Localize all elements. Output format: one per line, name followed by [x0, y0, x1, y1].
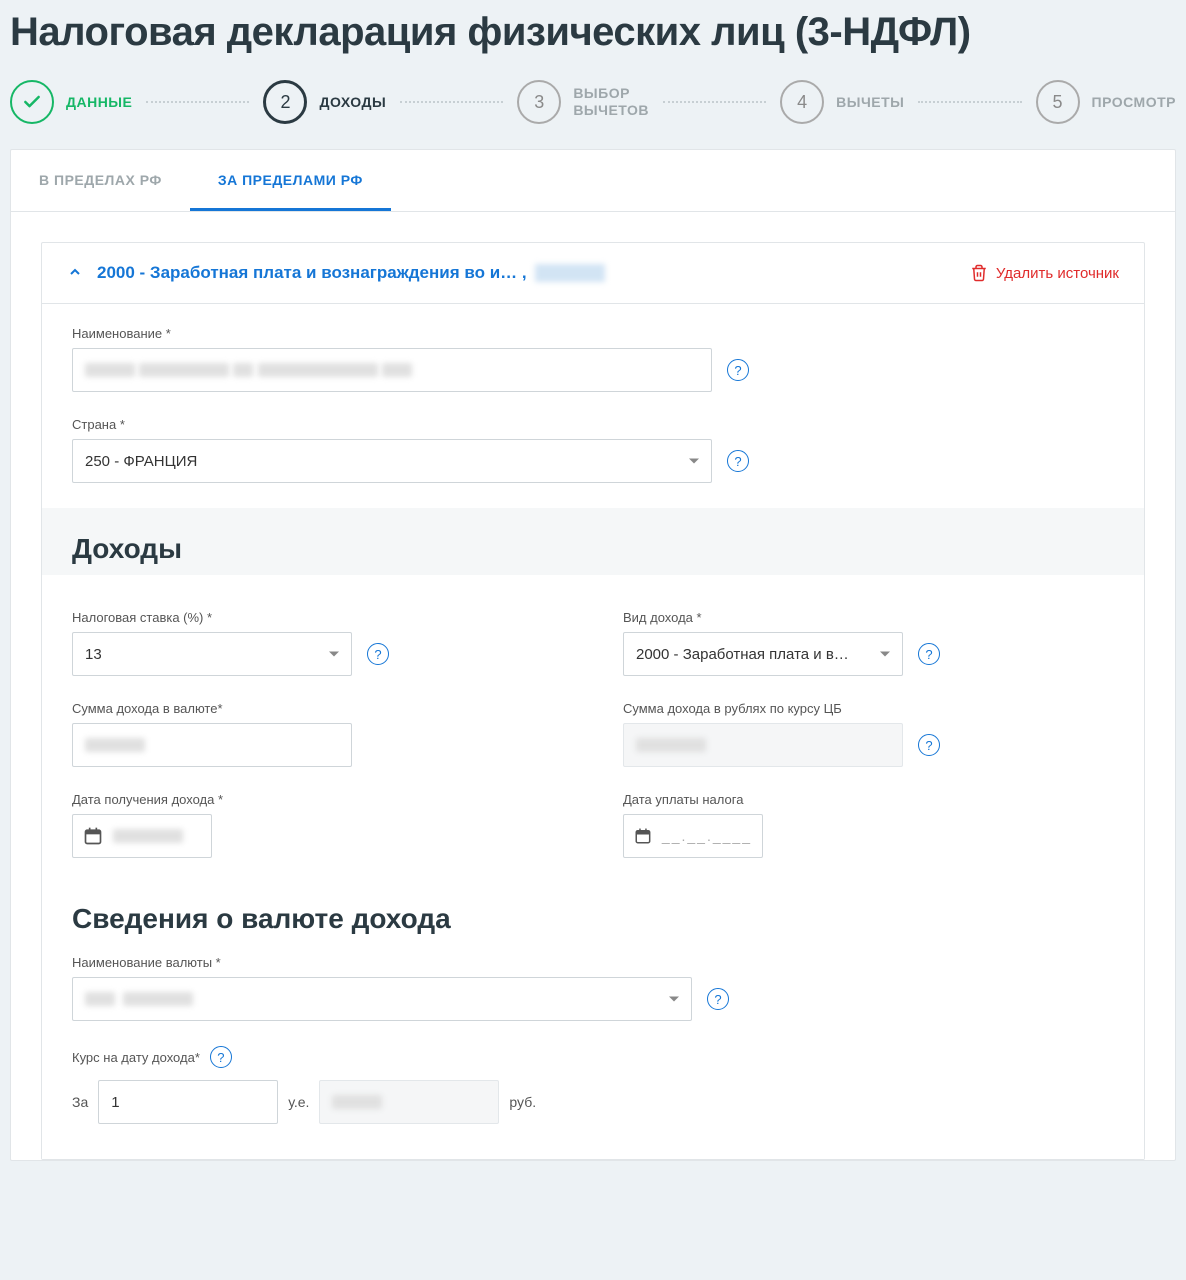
step-data[interactable]: ДАННЫЕ: [10, 80, 132, 124]
date-placeholder: __.__.____: [662, 828, 752, 844]
currency-name-label: Наименование валюты *: [72, 955, 1114, 970]
income-type-select[interactable]: 2000 - Заработная плата и в…: [623, 632, 903, 676]
sum-currency-label: Сумма дохода в валюте*: [72, 701, 563, 716]
page-title: Налоговая декларация физических лиц (3-Н…: [10, 10, 1176, 55]
rate-on-date-label: Курс на дату дохода*: [72, 1050, 200, 1065]
date-paid-input[interactable]: __.__.____: [623, 814, 763, 858]
tax-rate-select[interactable]: 13: [72, 632, 352, 676]
country-label: Страна *: [72, 417, 1114, 432]
currency-section-title: Сведения о валюте дохода: [72, 903, 1114, 935]
delete-label: Удалить источник: [996, 265, 1119, 282]
rate-rub-input: [319, 1080, 499, 1124]
redacted-text: [535, 264, 605, 282]
step-number: 5: [1036, 80, 1080, 124]
tax-rate-label: Налоговая ставка (%) *: [72, 610, 563, 625]
step-divider: [400, 101, 503, 103]
source-title[interactable]: 2000 - Заработная плата и вознаграждения…: [97, 263, 970, 283]
help-icon[interactable]: ?: [210, 1046, 232, 1068]
za-label: За: [72, 1094, 88, 1110]
step-divider: [663, 101, 766, 103]
step-label: ВЫБОР ВЫЧЕТОВ: [573, 85, 649, 119]
rate-units-input[interactable]: 1: [98, 1080, 278, 1124]
date-received-input[interactable]: [72, 814, 212, 858]
trash-icon: [970, 264, 988, 282]
step-number: 2: [263, 80, 307, 124]
sum-rub-label: Сумма дохода в рублях по курсу ЦБ: [623, 701, 1114, 716]
step-label: ДОХОДЫ: [319, 94, 386, 111]
name-input[interactable]: [72, 348, 712, 392]
step-deduction-select[interactable]: 3 ВЫБОР ВЫЧЕТОВ: [517, 80, 649, 124]
step-number: 4: [780, 80, 824, 124]
step-label: ВЫЧЕТЫ: [836, 94, 904, 111]
tax-rate-value: 13: [85, 646, 102, 663]
tab-within-rf[interactable]: В ПРЕДЕЛАХ РФ: [11, 150, 190, 211]
name-label: Наименование *: [72, 326, 1114, 341]
step-income[interactable]: 2 ДОХОДЫ: [263, 80, 386, 124]
check-icon: [10, 80, 54, 124]
step-label: ПРОСМОТР: [1092, 94, 1176, 111]
calendar-icon: [634, 826, 652, 846]
tab-outside-rf[interactable]: ЗА ПРЕДЕЛАМИ РФ: [190, 150, 391, 211]
main-card: В ПРЕДЕЛАХ РФ ЗА ПРЕДЕЛАМИ РФ 2000 - Зар…: [10, 149, 1176, 1161]
chevron-up-icon[interactable]: [67, 264, 83, 283]
caret-down-icon: [689, 459, 699, 464]
income-source-panel: 2000 - Заработная плата и вознаграждения…: [41, 242, 1145, 1160]
country-select[interactable]: 250 - ФРАНЦИЯ: [72, 439, 712, 483]
step-label: ДАННЫЕ: [66, 94, 132, 111]
help-icon[interactable]: ?: [707, 988, 729, 1010]
source-header: 2000 - Заработная плата и вознаграждения…: [42, 243, 1144, 304]
date-paid-label: Дата уплаты налога: [623, 792, 1114, 807]
help-icon[interactable]: ?: [918, 734, 940, 756]
rub-label: руб.: [509, 1094, 536, 1110]
income-section: Доходы: [42, 508, 1144, 575]
help-icon[interactable]: ?: [727, 450, 749, 472]
step-divider: [918, 101, 1021, 103]
income-section-title: Доходы: [72, 533, 1114, 565]
stepper: ДАННЫЕ 2 ДОХОДЫ 3 ВЫБОР ВЫЧЕТОВ 4 ВЫЧЕТЫ…: [10, 80, 1176, 124]
caret-down-icon: [880, 652, 890, 657]
help-icon[interactable]: ?: [918, 643, 940, 665]
delete-source-button[interactable]: Удалить источник: [970, 264, 1119, 282]
caret-down-icon: [329, 652, 339, 657]
currency-name-select[interactable]: [72, 977, 692, 1021]
tabs: В ПРЕДЕЛАХ РФ ЗА ПРЕДЕЛАМИ РФ: [11, 150, 1175, 212]
help-icon[interactable]: ?: [727, 359, 749, 381]
calendar-icon: [83, 826, 103, 846]
income-fields: Налоговая ставка (%) * 13 ? Вид дохода *: [42, 585, 1144, 1159]
sum-currency-input[interactable]: [72, 723, 352, 767]
income-type-label: Вид дохода *: [623, 610, 1114, 625]
country-value: 250 - ФРАНЦИЯ: [85, 453, 197, 470]
date-received-label: Дата получения дохода *: [72, 792, 563, 807]
ue-label: у.е.: [288, 1094, 309, 1110]
step-deductions[interactable]: 4 ВЫЧЕТЫ: [780, 80, 904, 124]
caret-down-icon: [669, 997, 679, 1002]
help-icon[interactable]: ?: [367, 643, 389, 665]
step-review[interactable]: 5 ПРОСМОТР: [1036, 80, 1176, 124]
income-type-value: 2000 - Заработная плата и в…: [636, 646, 849, 663]
step-divider: [146, 101, 249, 103]
za-value: 1: [111, 1094, 119, 1111]
source-title-text: 2000 - Заработная плата и вознаграждения…: [97, 263, 527, 283]
step-number: 3: [517, 80, 561, 124]
sum-rub-input: [623, 723, 903, 767]
